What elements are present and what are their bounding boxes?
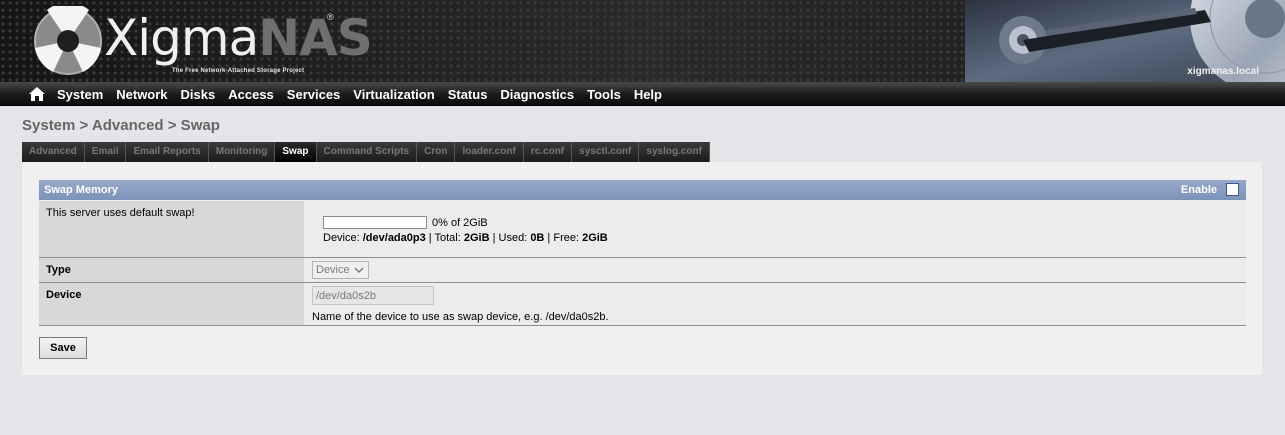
total-label: | Total: bbox=[425, 232, 464, 244]
used-value: 0B bbox=[530, 232, 545, 244]
chevron-down-icon bbox=[354, 267, 364, 274]
tab-email[interactable]: Email bbox=[84, 142, 127, 162]
device-row: Device /dev/da0s2b Name of the device to… bbox=[39, 283, 1246, 326]
tab-bar: Advanced Email Email Reports Monitoring … bbox=[22, 142, 710, 162]
nav-item-status[interactable]: Status bbox=[448, 87, 488, 102]
breadcrumb: System > Advanced > Swap bbox=[22, 117, 220, 134]
nav-item-virtualization[interactable]: Virtualization bbox=[353, 87, 434, 102]
swap-status-message: This server uses default swap! bbox=[39, 201, 304, 257]
type-label: Type bbox=[39, 258, 304, 282]
nav-item-access[interactable]: Access bbox=[228, 87, 274, 102]
device-info-label: Device: bbox=[323, 232, 363, 244]
used-label: | Used: bbox=[489, 232, 531, 244]
tab-cron[interactable]: Cron bbox=[417, 142, 456, 162]
swap-usage-progress-bar bbox=[323, 216, 427, 229]
type-select-value: Device bbox=[316, 264, 350, 276]
tab-email-reports[interactable]: Email Reports bbox=[126, 142, 209, 162]
save-button[interactable]: Save bbox=[39, 337, 87, 359]
tagline: The Free Network-Attached Storage Projec… bbox=[172, 68, 305, 74]
swap-device-info: Device: /dev/ada0p3 | Total: 2GiB | Used… bbox=[323, 232, 608, 244]
tab-swap[interactable]: Swap bbox=[275, 142, 317, 162]
type-select[interactable]: Device bbox=[312, 261, 369, 279]
hostname-label: xigmanas.local bbox=[1187, 66, 1259, 77]
nav-item-tools[interactable]: Tools bbox=[587, 87, 621, 102]
device-label: Device bbox=[39, 283, 304, 325]
header-banner: XigmaNAS ® The Free Network-Attached Sto… bbox=[0, 0, 1285, 82]
logo-xigma: Xigma bbox=[104, 9, 259, 67]
tab-sysctl-conf[interactable]: sysctl.conf bbox=[572, 142, 640, 162]
free-label: | Free: bbox=[544, 232, 583, 244]
nav-item-disks[interactable]: Disks bbox=[181, 87, 216, 102]
nav-menu: System Network Disks Access Services Vir… bbox=[57, 82, 675, 106]
nav-item-system[interactable]: System bbox=[57, 87, 103, 102]
type-value-cell: Device bbox=[304, 258, 1246, 282]
device-info-value: /dev/ada0p3 bbox=[362, 232, 426, 244]
tab-loader-conf[interactable]: loader.conf bbox=[455, 142, 524, 162]
enable-checkbox[interactable] bbox=[1226, 183, 1239, 196]
type-row: Type Device bbox=[39, 258, 1246, 283]
swap-status-value: 0% of 2GiB Device: /dev/ada0p3 | Total: … bbox=[304, 201, 1246, 257]
tab-rc-conf[interactable]: rc.conf bbox=[523, 142, 573, 162]
xigmanas-logo-icon bbox=[34, 6, 102, 75]
nav-item-diagnostics[interactable]: Diagnostics bbox=[500, 87, 574, 102]
logo-nas: NAS bbox=[258, 9, 373, 67]
nav-item-services[interactable]: Services bbox=[287, 87, 341, 102]
section-header: Swap Memory Enable bbox=[39, 180, 1246, 200]
total-value: 2GiB bbox=[463, 232, 490, 244]
tab-advanced[interactable]: Advanced bbox=[22, 142, 85, 162]
logo-registered-mark: ® bbox=[327, 12, 334, 22]
nav-item-help[interactable]: Help bbox=[634, 87, 662, 102]
tab-syslog-conf[interactable]: syslog.conf bbox=[639, 142, 710, 162]
main-navbar: System Network Disks Access Services Vir… bbox=[0, 82, 1285, 106]
home-icon[interactable] bbox=[28, 86, 46, 102]
enable-label: Enable bbox=[1180, 184, 1217, 196]
device-value-cell: /dev/da0s2b Name of the device to use as… bbox=[304, 283, 1246, 325]
device-input[interactable]: /dev/da0s2b bbox=[312, 286, 434, 305]
device-hint: Name of the device to use as swap device… bbox=[312, 311, 609, 323]
swap-status-row: This server uses default swap! 0% of 2Gi… bbox=[39, 201, 1246, 258]
swap-usage-text: 0% of 2GiB bbox=[432, 217, 488, 229]
tab-monitoring[interactable]: Monitoring bbox=[208, 142, 276, 162]
tab-command-scripts[interactable]: Command Scripts bbox=[316, 142, 418, 162]
free-value: 2GiB bbox=[582, 232, 608, 244]
nav-item-network[interactable]: Network bbox=[116, 87, 167, 102]
section-title: Swap Memory bbox=[44, 184, 118, 196]
